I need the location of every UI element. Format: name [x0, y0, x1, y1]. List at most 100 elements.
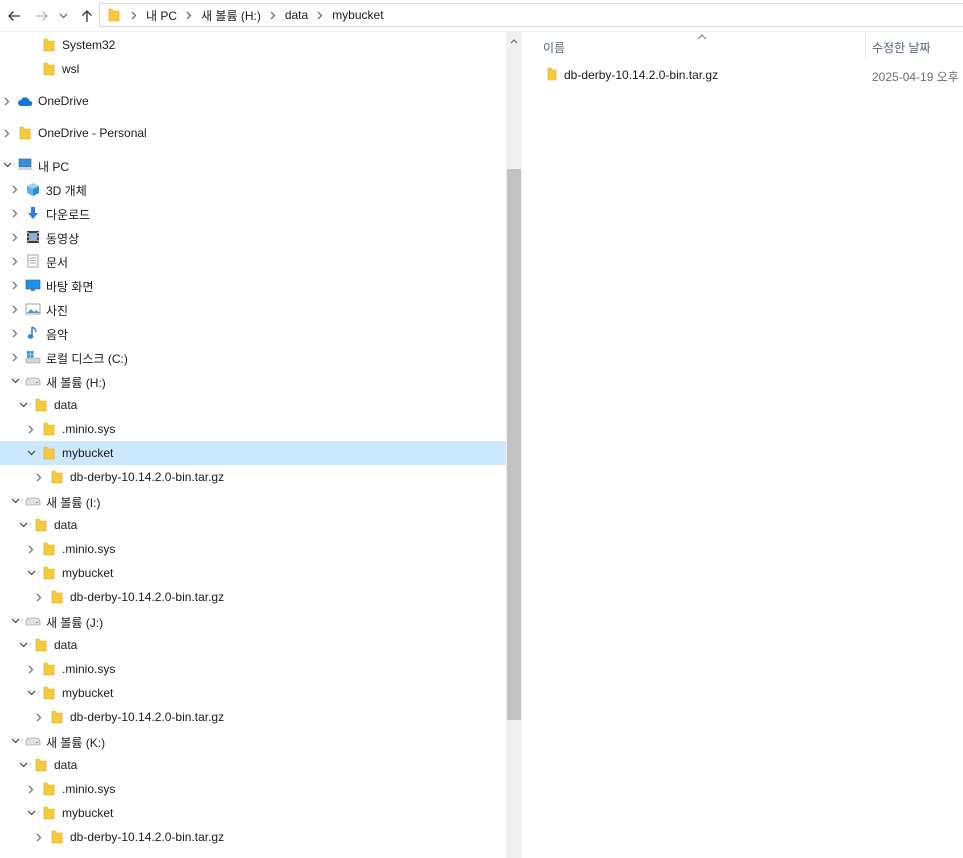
- address-bar[interactable]: 내 PC 새 볼륨 (H:) data mybucket: [99, 3, 963, 27]
- nav-tree-item[interactable]: db-derby-10.14.2.0-bin.tar.gz: [0, 585, 506, 609]
- nav-tree-item[interactable]: 새 볼륨 (J:): [0, 609, 506, 633]
- up-button[interactable]: [77, 6, 97, 26]
- recent-locations-button[interactable]: [56, 6, 70, 26]
- nav-tree-item[interactable]: mybucket: [0, 561, 506, 585]
- breadcrumb-data[interactable]: data: [285, 8, 308, 22]
- expand-toggle[interactable]: [31, 829, 47, 845]
- nav-tree-item[interactable]: 새 볼륨 (K:): [0, 729, 506, 753]
- nav-item-label: .minio.sys: [62, 782, 116, 796]
- nav-tree-item[interactable]: 3D 개체: [0, 177, 506, 201]
- nav-tree-item[interactable]: db-derby-10.14.2.0-bin.tar.gz: [0, 825, 506, 849]
- nav-tree-item[interactable]: 바탕 화면: [0, 273, 506, 297]
- expand-toggle[interactable]: [7, 301, 23, 317]
- back-arrow-icon: [8, 11, 20, 21]
- file-row[interactable]: db-derby-10.14.2.0-bin.tar.gz 2025-04-19…: [523, 63, 963, 85]
- nav-item-label: OneDrive - Personal: [38, 126, 147, 140]
- nav-tree-item[interactable]: 새 볼륨 (I:): [0, 489, 506, 513]
- breadcrumb-this-pc[interactable]: 내 PC: [146, 7, 177, 24]
- nav-tree-item[interactable]: .minio.sys: [0, 417, 506, 441]
- nav-tree-item[interactable]: 로컬 디스크 (C:): [0, 345, 506, 369]
- collapse-toggle[interactable]: [7, 493, 23, 509]
- nav-tree-item[interactable]: db-derby-10.14.2.0-bin.tar.gz: [0, 705, 506, 729]
- collapse-toggle[interactable]: [7, 733, 23, 749]
- collapse-toggle[interactable]: [0, 157, 15, 173]
- collapse-toggle[interactable]: [23, 685, 39, 701]
- collapse-toggle[interactable]: [15, 397, 31, 413]
- drive-icon: [25, 733, 41, 749]
- nav-tree-item[interactable]: data: [0, 633, 506, 657]
- collapse-toggle[interactable]: [23, 445, 39, 461]
- collapse-toggle[interactable]: [15, 637, 31, 653]
- scroll-up-button[interactable]: [506, 32, 522, 50]
- breadcrumb-separator-icon[interactable]: [126, 7, 142, 23]
- expand-toggle[interactable]: [0, 93, 15, 109]
- expand-toggle[interactable]: [7, 349, 23, 365]
- folder-icon: [41, 565, 57, 581]
- breadcrumb-separator-icon[interactable]: [312, 7, 328, 23]
- nav-item-label: .minio.sys: [62, 542, 116, 556]
- folder-icon: [33, 397, 49, 413]
- collapse-toggle[interactable]: [23, 805, 39, 821]
- desktop-icon: [25, 277, 41, 293]
- nav-tree-item[interactable]: mybucket: [0, 801, 506, 825]
- nav-tree-item[interactable]: data: [0, 753, 506, 777]
- chevron-down-icon: [3, 162, 11, 168]
- back-button[interactable]: [4, 6, 24, 26]
- breadcrumb-mybucket[interactable]: mybucket: [332, 8, 383, 22]
- expand-toggle[interactable]: [0, 125, 15, 141]
- expand-toggle[interactable]: [7, 253, 23, 269]
- nav-tree-item[interactable]: .minio.sys: [0, 657, 506, 681]
- nav-tree-item[interactable]: 음악: [0, 321, 506, 345]
- column-header-date-modified[interactable]: 수정한 날짜: [872, 39, 931, 56]
- nav-tree-item[interactable]: 문서: [0, 249, 506, 273]
- column-header-name[interactable]: 이름: [543, 39, 565, 56]
- chevron-right-icon: [12, 257, 18, 265]
- folder-icon: [41, 421, 57, 437]
- expand-toggle[interactable]: [31, 709, 47, 725]
- nav-tree-item[interactable]: .minio.sys: [0, 777, 506, 801]
- column-divider[interactable]: [865, 34, 866, 58]
- chevron-down-icon: [27, 690, 35, 696]
- collapse-toggle[interactable]: [15, 757, 31, 773]
- expand-toggle[interactable]: [7, 229, 23, 245]
- expand-toggle[interactable]: [7, 205, 23, 221]
- forward-button[interactable]: [32, 6, 52, 26]
- breadcrumb-separator-icon[interactable]: [265, 7, 281, 23]
- nav-tree-item[interactable]: data: [0, 393, 506, 417]
- nav-tree-item[interactable]: data: [0, 513, 506, 537]
- expand-toggle[interactable]: [7, 325, 23, 341]
- expand-toggle[interactable]: [23, 661, 39, 677]
- chevron-right-icon: [12, 305, 18, 313]
- address-toolbar: 내 PC 새 볼륨 (H:) data mybucket: [0, 0, 963, 32]
- nav-tree-item[interactable]: 동영상: [0, 225, 506, 249]
- nav-tree-item[interactable]: OneDrive - Personal: [0, 121, 506, 145]
- expand-toggle[interactable]: [31, 589, 47, 605]
- scrollbar-thumb[interactable]: [507, 169, 521, 720]
- nav-tree-item[interactable]: wsl: [0, 57, 506, 81]
- expand-toggle[interactable]: [23, 541, 39, 557]
- nav-tree-item[interactable]: 새 볼륨 (H:): [0, 369, 506, 393]
- collapse-toggle[interactable]: [7, 373, 23, 389]
- nav-tree-item[interactable]: OneDrive: [0, 89, 506, 113]
- breadcrumb-separator-icon[interactable]: [181, 7, 197, 23]
- nav-tree-item[interactable]: System32: [0, 33, 506, 57]
- expand-toggle[interactable]: [23, 421, 39, 437]
- expand-toggle[interactable]: [7, 181, 23, 197]
- nav-tree-item[interactable]: mybucket: [0, 441, 506, 465]
- breadcrumb-volume-h[interactable]: 새 볼륨 (H:): [201, 7, 261, 24]
- nav-tree-item[interactable]: .minio.sys: [0, 537, 506, 561]
- column-header-bar: 이름 수정한 날짜: [523, 32, 963, 58]
- nav-tree-item[interactable]: mybucket: [0, 681, 506, 705]
- collapse-toggle[interactable]: [7, 613, 23, 629]
- folder-icon: [49, 829, 65, 845]
- expand-toggle[interactable]: [7, 277, 23, 293]
- expand-toggle[interactable]: [23, 781, 39, 797]
- nav-tree-item[interactable]: db-derby-10.14.2.0-bin.tar.gz: [0, 465, 506, 489]
- collapse-toggle[interactable]: [15, 517, 31, 533]
- nav-tree-item[interactable]: 사진: [0, 297, 506, 321]
- nav-scrollbar[interactable]: [506, 32, 522, 858]
- expand-toggle[interactable]: [31, 469, 47, 485]
- collapse-toggle[interactable]: [23, 565, 39, 581]
- nav-tree-item[interactable]: 내 PC: [0, 153, 506, 177]
- nav-tree-item[interactable]: 다운로드: [0, 201, 506, 225]
